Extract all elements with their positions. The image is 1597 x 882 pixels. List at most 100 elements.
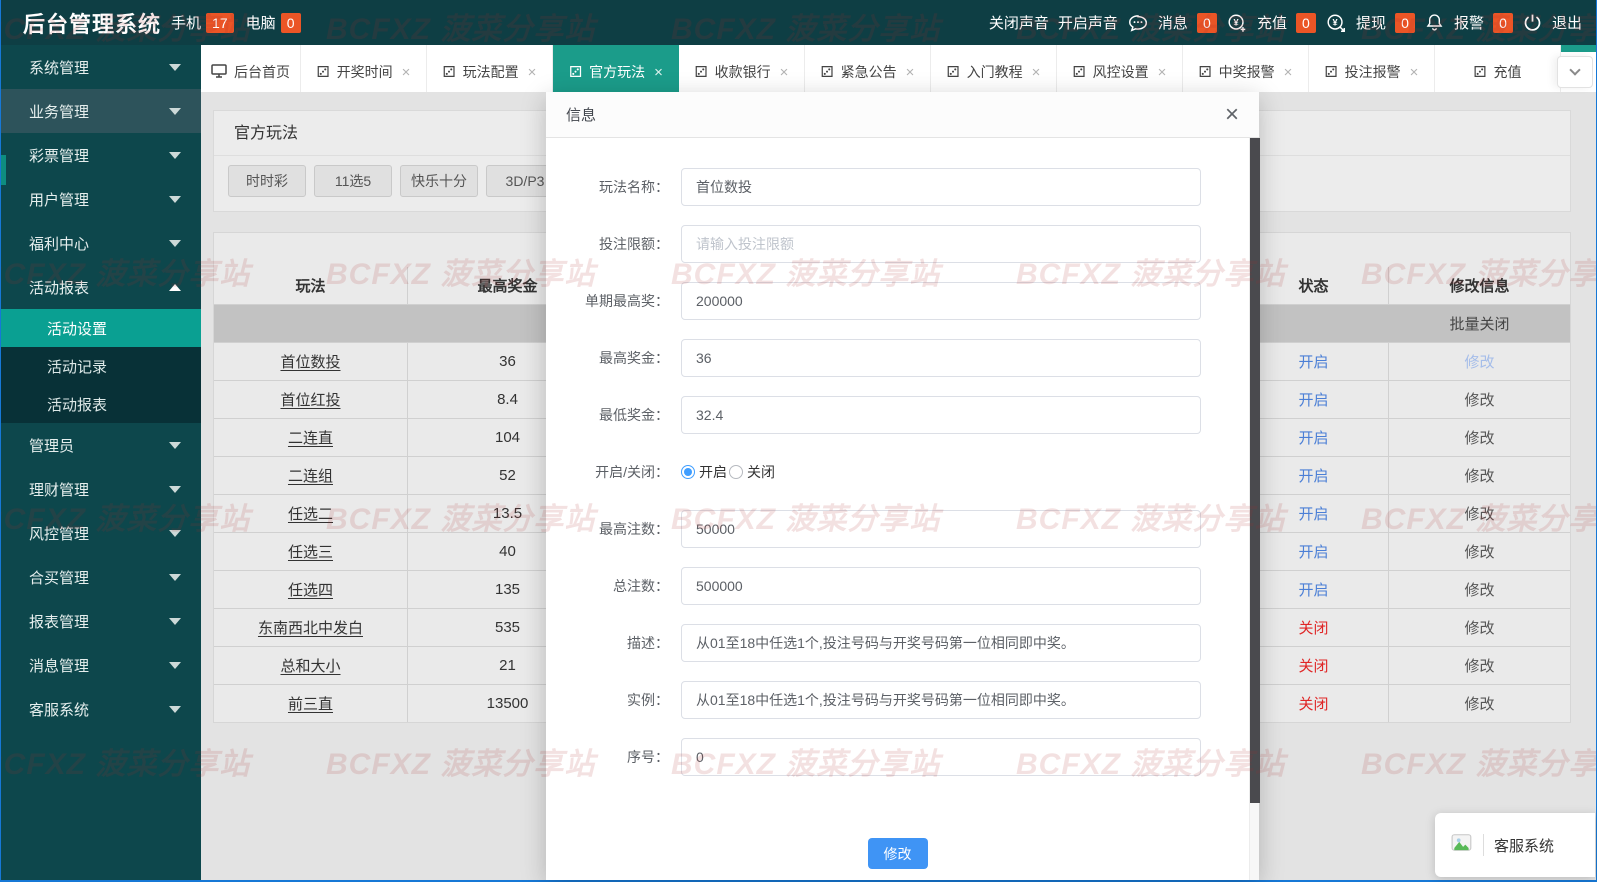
play-name-link[interactable]: 二连组	[288, 465, 333, 486]
sidebar-item-lottery-mgmt[interactable]: 彩票管理	[1, 133, 201, 177]
alarm-count-badge: 0	[1492, 12, 1513, 33]
alarm-link[interactable]: 报警	[1454, 12, 1484, 33]
lottery-button-11x5[interactable]: 11选5	[314, 165, 392, 197]
modal-title: 信息	[566, 107, 597, 124]
total-bets-input[interactable]	[681, 567, 1201, 605]
modify-link[interactable]: 修改	[1464, 465, 1494, 486]
play-name-link[interactable]: 任选三	[288, 541, 333, 562]
description-input[interactable]	[681, 624, 1201, 662]
play-name-input[interactable]	[681, 168, 1201, 206]
max-prize-period-input[interactable]	[681, 282, 1201, 320]
status-link[interactable]: 开启	[1298, 465, 1328, 486]
sidebar-item-admin[interactable]: 管理员	[1, 423, 201, 467]
modal-scrollbar	[1249, 138, 1260, 880]
tab-bank[interactable]: ⚂ 收款银行 ×	[679, 45, 805, 92]
customer-service-widget[interactable]: 客服系统	[1435, 813, 1595, 877]
tab-win-alarm[interactable]: ⚂ 中奖报警 ×	[1183, 45, 1309, 92]
sidebar-edge-handle[interactable]	[1, 155, 6, 185]
modal-scrollbar-thumb[interactable]	[1250, 138, 1260, 803]
status-link[interactable]: 开启	[1298, 427, 1328, 448]
tab-close-icon[interactable]: ×	[654, 64, 663, 81]
tab-close-icon[interactable]: ×	[528, 64, 537, 81]
play-name-link[interactable]: 任选四	[288, 579, 333, 600]
tab-tutorial[interactable]: ⚂ 入门教程 ×	[931, 45, 1057, 92]
status-link[interactable]: 关闭	[1298, 693, 1328, 714]
sound-on-button[interactable]: 开启声音	[1058, 12, 1118, 33]
status-link[interactable]: 关闭	[1298, 617, 1328, 638]
play-name-link[interactable]: 首位红投	[280, 389, 340, 410]
tab-recharge[interactable]: ⚂ 充值	[1435, 45, 1561, 92]
play-name-link[interactable]: 前三直	[288, 693, 333, 714]
modify-link[interactable]: 修改	[1464, 503, 1494, 524]
modify-link[interactable]: 修改	[1464, 427, 1494, 448]
play-name-link[interactable]: 首位数投	[280, 351, 340, 372]
modify-link[interactable]: 修改	[1464, 541, 1494, 562]
example-input[interactable]	[681, 681, 1201, 719]
status-link[interactable]: 开启	[1298, 503, 1328, 524]
message-link[interactable]: 消息	[1158, 12, 1188, 33]
sidebar-item-welfare-center[interactable]: 福利中心	[1, 221, 201, 265]
tab-close-icon[interactable]: ×	[1158, 64, 1167, 81]
modify-link[interactable]: 修改	[1464, 655, 1494, 676]
logout-button[interactable]: 退出	[1552, 12, 1582, 33]
sidebar-item-activity-report[interactable]: 活动报表	[1, 265, 201, 309]
recharge-link[interactable]: 充值	[1257, 12, 1287, 33]
sidebar-item-system-mgmt[interactable]: 系统管理	[1, 45, 201, 89]
status-link[interactable]: 关闭	[1298, 655, 1328, 676]
status-link[interactable]: 开启	[1298, 541, 1328, 562]
max-bets-input[interactable]	[681, 510, 1201, 548]
tab-home[interactable]: 后台首页	[201, 45, 301, 92]
sidebar-item-message-mgmt[interactable]: 消息管理	[1, 643, 201, 687]
tab-close-icon[interactable]: ×	[906, 64, 915, 81]
tab-bet-alarm[interactable]: ⚂ 投注报警 ×	[1309, 45, 1435, 92]
tab-play-config[interactable]: ⚂ 玩法配置 ×	[427, 45, 553, 92]
tab-notice[interactable]: ⚂ 紧急公告 ×	[805, 45, 931, 92]
tab-close-icon[interactable]: ×	[780, 64, 789, 81]
submenu-item-activity-records[interactable]: 活动记录	[1, 347, 201, 385]
chevron-down-icon	[169, 441, 181, 449]
modal-close-button[interactable]: ×	[1225, 102, 1239, 127]
modify-link[interactable]: 修改	[1464, 389, 1494, 410]
order-input[interactable]	[681, 738, 1201, 776]
tab-risk-settings[interactable]: ⚂ 风控设置 ×	[1057, 45, 1183, 92]
play-name-link[interactable]: 任选二	[288, 503, 333, 524]
play-name-link[interactable]: 东南西北中发白	[258, 617, 363, 638]
bet-limit-input[interactable]	[681, 225, 1201, 263]
sidebar-item-user-mgmt[interactable]: 用户管理	[1, 177, 201, 221]
tab-close-icon[interactable]: ×	[1410, 64, 1419, 81]
batch-close-button[interactable]: 批量关闭	[1449, 313, 1509, 334]
tab-close-icon[interactable]: ×	[402, 64, 411, 81]
sound-off-button[interactable]: 关闭声音	[989, 12, 1049, 33]
sidebar-item-risk-mgmt[interactable]: 风控管理	[1, 511, 201, 555]
lottery-button-klsf[interactable]: 快乐十分	[400, 165, 478, 197]
chevron-down-icon	[169, 107, 181, 115]
modify-link[interactable]: 修改	[1464, 617, 1494, 638]
modify-link[interactable]: 修改	[1464, 579, 1494, 600]
submenu-item-activity-settings[interactable]: 活动设置	[1, 309, 201, 347]
tab-close-icon[interactable]: ×	[1284, 64, 1293, 81]
play-name-link[interactable]: 二连直	[288, 427, 333, 448]
tab-official-play[interactable]: ⚂ 官方玩法 ×	[553, 45, 679, 92]
submenu-item-activity-reports[interactable]: 活动报表	[1, 385, 201, 423]
max-prize-input[interactable]	[681, 339, 1201, 377]
status-link[interactable]: 开启	[1298, 579, 1328, 600]
sidebar-item-groupbuy-mgmt[interactable]: 合买管理	[1, 555, 201, 599]
tab-close-icon[interactable]: ×	[1032, 64, 1041, 81]
play-name-link[interactable]: 总和大小	[280, 655, 340, 676]
tab-draw-time[interactable]: ⚂ 开奖时间 ×	[301, 45, 427, 92]
radio-off[interactable]	[729, 465, 743, 479]
modify-link[interactable]: 修改	[1464, 351, 1494, 372]
status-link[interactable]: 开启	[1298, 351, 1328, 372]
lottery-button-ssc[interactable]: 时时彩	[228, 165, 306, 197]
radio-on[interactable]	[681, 465, 695, 479]
modify-link[interactable]: 修改	[1464, 693, 1494, 714]
sidebar-item-finance-mgmt[interactable]: 理财管理	[1, 467, 201, 511]
sidebar-item-report-mgmt[interactable]: 报表管理	[1, 599, 201, 643]
sidebar-item-customer-service[interactable]: 客服系统	[1, 687, 201, 731]
sidebar-item-business-mgmt[interactable]: 业务管理	[1, 89, 201, 133]
modal-submit-button[interactable]: 修改	[867, 838, 928, 869]
status-link[interactable]: 开启	[1298, 389, 1328, 410]
tab-list-dropdown[interactable]	[1557, 56, 1593, 88]
min-prize-input[interactable]	[681, 396, 1201, 434]
withdraw-link[interactable]: 提现	[1356, 12, 1386, 33]
